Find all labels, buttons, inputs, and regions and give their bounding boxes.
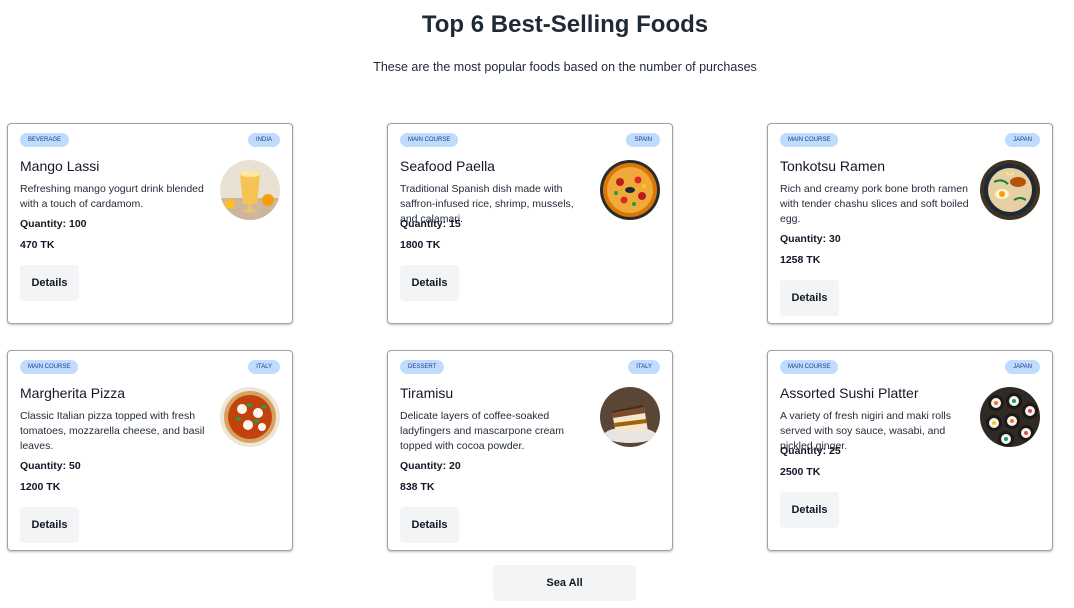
mango-lassi-image [220,160,280,220]
food-quantity: Quantity: 25 [780,445,841,457]
see-all-button[interactable]: Sea All [493,565,636,601]
page-subtitle: These are the most popular foods based o… [373,60,757,74]
food-card: Beverage India Mango Lassi Refreshing ma… [7,123,293,324]
food-quantity: Quantity: 100 [20,218,87,230]
details-button[interactable]: Details [20,507,79,543]
food-price: 470 TK [20,239,55,251]
food-price: 1200 TK [20,481,61,493]
food-name: Assorted Sushi Platter [780,385,919,401]
food-card: Main Course Spain Seafood Paella Traditi… [387,123,673,324]
food-name: Seafood Paella [400,158,495,174]
food-quantity: Quantity: 50 [20,460,81,472]
details-button[interactable]: Details [400,507,459,543]
food-description: Classic Italian pizza topped with fresh … [20,410,205,452]
food-description: Rich and creamy pork bone broth ramen wi… [780,183,969,225]
food-price: 1258 TK [780,254,821,266]
food-card: Dessert Italy Tiramisu Delicate layers o… [387,350,673,551]
food-description: Delicate layers of coffee-soaked ladyfin… [400,410,565,452]
food-card: Main Course Japan Tonkotsu Ramen Rich an… [767,123,1053,324]
tiramisu-image [600,387,660,447]
details-button[interactable]: Details [780,280,839,316]
category-badge: Main Course [780,133,839,147]
page-title: Top 6 Best-Selling Foods [421,11,709,38]
tonkotsu-ramen-image [980,160,1040,220]
food-price: 2500 TK [780,466,821,478]
food-price: 1800 TK [400,239,441,251]
category-badge: Beverage [20,133,70,147]
category-badge: Main Course [400,133,459,147]
origin-badge: India [247,133,280,147]
food-quantity: Quantity: 15 [400,218,461,230]
margherita-pizza-image [220,387,280,447]
food-quantity: Quantity: 30 [780,233,841,245]
origin-badge: Japan [1005,133,1040,147]
origin-badge: Italy [628,360,660,374]
food-name: Mango Lassi [20,158,100,174]
category-badge: Main Course [20,360,79,374]
category-badge: Main Course [780,360,839,374]
sushi-platter-image [980,387,1040,447]
seafood-paella-image [600,160,660,220]
food-description: Refreshing mango yogurt drink blended wi… [20,183,204,210]
origin-badge: Spain [626,133,660,147]
details-button[interactable]: Details [780,492,839,528]
food-name: Tonkotsu Ramen [780,158,886,174]
category-badge: Dessert [400,360,445,374]
details-button[interactable]: Details [20,265,79,301]
food-name: Margherita Pizza [20,385,126,401]
origin-badge: Italy [248,360,280,374]
food-name: Tiramisu [400,385,454,401]
origin-badge: Japan [1005,360,1040,374]
food-card: Main Course Japan Assorted Sushi Platter… [767,350,1053,551]
food-price: 838 TK [400,481,435,493]
food-card: Main Course Italy Margherita Pizza Class… [7,350,293,551]
food-quantity: Quantity: 20 [400,460,461,472]
details-button[interactable]: Details [400,265,459,301]
